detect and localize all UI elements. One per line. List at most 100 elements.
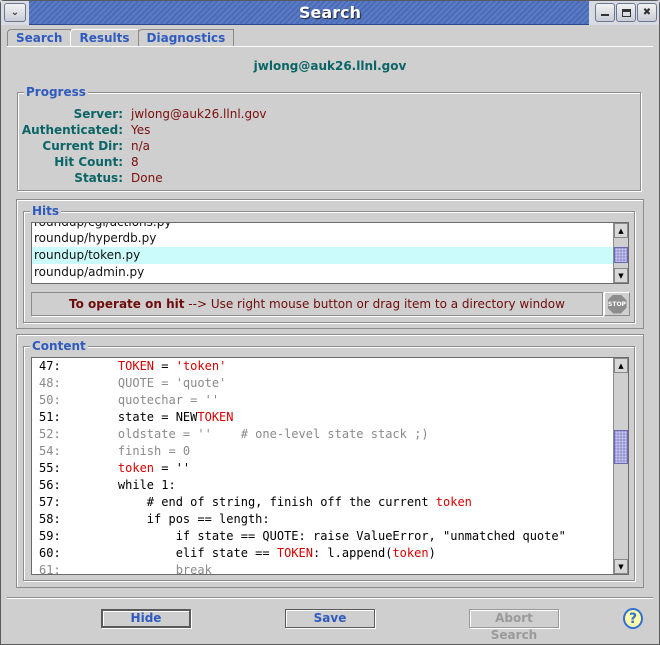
hits-title: Hits [30,204,62,218]
code-line: 52: oldstate = '' # one-level state stac… [32,426,429,443]
match-highlight: token [117,461,155,475]
match-highlight: TOKEN [197,410,234,424]
code-line: 57: # end of string, finish off the curr… [32,494,472,511]
code-text: : l.append( [312,546,393,560]
line-number: 56: [39,478,61,492]
tab-panel-border [7,46,653,47]
current-dir-label: Current Dir: [42,139,123,153]
code-line: 54: finish = 0 [32,443,190,460]
code-text: break [89,563,212,575]
window-title: Search [299,3,361,22]
stop-button[interactable]: STOP [604,292,630,316]
close-icon: ✖ [642,7,652,18]
tab-diagnostics[interactable]: Diagnostics [137,29,235,47]
scroll-thumb[interactable] [614,430,628,464]
tab-bar: Search Results Diagnostics [7,29,235,47]
current-dir-value: n/a [131,139,151,153]
status-field: Status: Done [18,171,640,187]
content-scrollbar[interactable]: ▲ ▼ [613,358,628,574]
line-number: 55: [39,461,61,475]
code-text: if pos == length: [89,512,270,526]
hits-scrollbar[interactable]: ▲ ▼ [613,223,628,283]
progress-title: Progress [24,85,88,99]
arrow-down-icon: ▼ [618,271,624,280]
arrow-up-icon: ▲ [618,361,624,370]
authenticated-value: Yes [131,123,151,137]
match-highlight: token [392,546,429,560]
server-header: jwlong@auk26.llnl.gov [253,59,407,73]
code-text: = [154,359,176,373]
line-number: 59: [39,529,61,543]
hit-item[interactable]: roundup/admin.py [32,264,614,281]
code-text: if state == QUOTE: raise ValueError, "un… [89,529,566,543]
hit-item[interactable]: roundup/hyperdb.py [32,230,614,247]
tab-search[interactable]: Search [7,29,72,47]
help-icon[interactable]: ? [623,608,643,629]
match-highlight: TOKEN [117,359,155,373]
hide-button[interactable]: Hide [101,609,191,628]
server-value: jwlong@auk26.llnl.gov [131,107,267,121]
code-viewer[interactable]: 61: break 60: elif state == TOKEN: l.appe… [31,357,629,575]
hit-count-label: Hit Count: [54,155,123,169]
code-line: 58: if pos == length: [32,511,270,528]
code-line: 56: while 1: [32,477,176,494]
title-bar[interactable]: ⌄ Search ✖ [1,1,659,25]
content-title: Content [30,339,88,353]
code-line: 60: elif state == TOKEN: l.append(token) [32,545,436,562]
match-highlight: 'token' [175,359,227,373]
hit-count-field: Hit Count: 8 [18,155,640,171]
tab-results[interactable]: Results [70,29,139,47]
code-line: 51: state = NEWTOKEN [32,409,234,426]
status-value: Done [131,171,163,185]
code-text: = '' [154,461,191,475]
save-button[interactable]: Save [285,609,375,628]
scroll-up-button[interactable]: ▲ [614,223,628,238]
search-window: ⌄ Search ✖ Search Results Diagnostics jw… [0,0,660,645]
minimize-icon [601,14,609,16]
line-number: 47: [39,359,61,373]
line-number: 60: [39,546,61,560]
maximize-button[interactable] [616,3,636,22]
minimize-button[interactable] [595,3,615,22]
authenticated-label: Authenticated: [21,123,123,137]
stop-icon: STOP [607,294,627,314]
content-group: Content 61: break 60: elif state == TOKEN… [23,339,635,581]
scroll-down-button[interactable]: ▼ [614,559,628,574]
maximize-icon [621,8,631,17]
line-number: 52: [39,427,61,441]
code-text: QUOTE = 'quote' [89,376,227,390]
progress-group: Progress Server: jwlong@auk26.llnl.gov A… [17,85,641,191]
line-number: 51: [39,410,61,424]
code-text: state = NEW [89,410,198,424]
hit-count-value: 8 [131,155,139,169]
hits-group: Hits roundup/cgi/actions.py roundup/hype… [23,204,635,323]
arrow-down-icon: ▼ [618,562,624,571]
hint-bold: To operate on hit [69,297,185,311]
code-text: while 1: [89,478,176,492]
match-highlight: TOKEN [276,546,313,560]
scroll-up-button[interactable]: ▲ [614,358,628,373]
scroll-down-button[interactable]: ▼ [614,268,628,283]
code-line: 47: TOKEN = 'token' [32,358,226,375]
line-number: 50: [39,393,61,407]
hit-item-selected[interactable]: roundup/token.py [32,247,614,264]
current-dir-field: Current Dir: n/a [18,139,640,155]
code-line: 55: token = '' [32,460,190,477]
match-highlight: token [435,495,472,509]
code-line: 61: break [32,562,212,575]
line-number: 54: [39,444,61,458]
line-number: 57: [39,495,61,509]
scroll-thumb[interactable] [614,247,628,263]
close-button[interactable]: ✖ [637,3,657,22]
line-number: 58: [39,512,61,526]
server-field: Server: jwlong@auk26.llnl.gov [18,107,640,123]
hits-list[interactable]: roundup/cgi/actions.py roundup/hyperdb.p… [31,222,629,284]
server-label: Server: [73,107,123,121]
hint-text: --> Use right mouse button or drag item … [184,297,565,311]
code-text: elif state == [89,546,277,560]
hit-instructions: To operate on hit --> Use right mouse bu… [31,292,603,316]
line-number: 48: [39,376,61,390]
button-bar-divider [7,597,653,599]
